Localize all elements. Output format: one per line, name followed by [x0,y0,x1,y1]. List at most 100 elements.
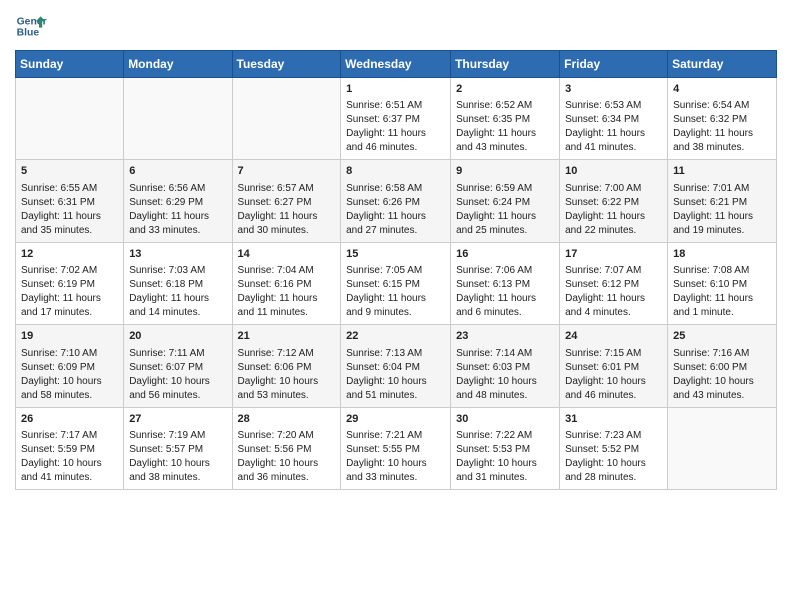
cell-text: Daylight: 11 hours and 41 minutes. [565,127,662,155]
cell-text: Sunrise: 7:07 AM [565,264,662,278]
day-number: 29 [346,412,445,427]
cell-text: Daylight: 11 hours and 46 minutes. [346,127,445,155]
cell-text: Sunrise: 6:55 AM [21,182,118,196]
calendar-cell: 11Sunrise: 7:01 AMSunset: 6:21 PMDayligh… [668,160,777,242]
cell-text: Sunrise: 7:03 AM [129,264,226,278]
cell-text: Daylight: 11 hours and 35 minutes. [21,210,118,238]
calendar-cell: 7Sunrise: 6:57 AMSunset: 6:27 PMDaylight… [232,160,341,242]
col-header-monday: Monday [124,51,232,78]
calendar-cell [668,407,777,489]
calendar-cell: 1Sunrise: 6:51 AMSunset: 6:37 PMDaylight… [341,78,451,160]
calendar-cell: 19Sunrise: 7:10 AMSunset: 6:09 PMDayligh… [16,325,124,407]
day-number: 16 [456,247,554,262]
cell-text: Sunrise: 6:53 AM [565,99,662,113]
day-number: 28 [238,412,336,427]
cell-text: Sunset: 6:15 PM [346,278,445,292]
cell-text: Daylight: 11 hours and 9 minutes. [346,292,445,320]
calendar-cell: 13 Sunrise: 7:03 AMSunset: 6:18 PMDayligh… [124,242,232,324]
cell-text: Sunrise: 7:12 AM [238,347,336,361]
cell-text: Daylight: 11 hours and 43 minutes. [456,127,554,155]
cell-text: Daylight: 11 hours and 17 minutes. [21,292,118,320]
cell-text: Sunset: 6:00 PM [673,361,771,375]
day-number: 30 [456,412,554,427]
cell-text: Sunrise: 6:54 AM [673,99,771,113]
calendar-cell: 22Sunrise: 7:13 AMSunset: 6:04 PMDayligh… [341,325,451,407]
col-header-thursday: Thursday [451,51,560,78]
day-number: 7 [238,164,336,179]
day-number: 31 [565,412,662,427]
calendar-cell: 25 Sunrise: 7:16 AMSunset: 6:00 PMDayligh… [668,325,777,407]
day-number: 15 [346,247,445,262]
cell-text: Sunset: 6:06 PM [238,361,336,375]
cell-text: Sunset: 5:59 PM [21,443,118,457]
cell-text: Sunrise: 7:00 AM [565,182,662,196]
cell-text: Sunrise: 7:01 AM [673,182,771,196]
cell-text: Sunset: 6:09 PM [21,361,118,375]
cell-text: Sunset: 5:53 PM [456,443,554,457]
cell-text: Daylight: 10 hours and 56 minutes. [129,375,226,403]
cell-text: Sunset: 6:13 PM [456,278,554,292]
calendar-cell: 10Sunrise: 7:00 AMSunset: 6:22 PMDayligh… [560,160,668,242]
cell-text: Daylight: 11 hours and 25 minutes. [456,210,554,238]
cell-text: Daylight: 11 hours and 30 minutes. [238,210,336,238]
cell-text: Daylight: 11 hours and 33 minutes. [129,210,226,238]
calendar-cell: 17Sunrise: 7:07 AMSunset: 6:12 PMDayligh… [560,242,668,324]
calendar-cell: 5Sunrise: 6:55 AMSunset: 6:31 PMDaylight… [16,160,124,242]
cell-text: Sunset: 6:03 PM [456,361,554,375]
logo-icon: General Blue [15,10,47,42]
day-number: 11 [673,164,771,179]
cell-text: Sunset: 6:29 PM [129,196,226,210]
col-header-sunday: Sunday [16,51,124,78]
cell-text: Sunrise: 7:15 AM [565,347,662,361]
cell-text: Sunset: 6:01 PM [565,361,662,375]
page-header: General Blue [15,10,777,42]
calendar-table: SundayMondayTuesdayWednesdayThursdayFrid… [15,50,777,490]
cell-text: Sunset: 5:56 PM [238,443,336,457]
cell-text: Daylight: 10 hours and 46 minutes. [565,375,662,403]
cell-text: Daylight: 10 hours and 51 minutes. [346,375,445,403]
calendar-cell: 6Sunrise: 6:56 AMSunset: 6:29 PMDaylight… [124,160,232,242]
calendar-cell: 26Sunrise: 7:17 AMSunset: 5:59 PMDayligh… [16,407,124,489]
day-number: 25 [673,329,771,344]
cell-text: Daylight: 11 hours and 6 minutes. [456,292,554,320]
cell-text: Sunrise: 7:04 AM [238,264,336,278]
cell-text: Sunset: 6:21 PM [673,196,771,210]
cell-text: Sunrise: 7:16 AM [673,347,771,361]
cell-text: Daylight: 10 hours and 28 minutes. [565,457,662,485]
cell-text: Daylight: 10 hours and 38 minutes. [129,457,226,485]
cell-text: Sunset: 6:37 PM [346,113,445,127]
cell-text: Daylight: 11 hours and 14 minutes. [129,292,226,320]
cell-text: Sunset: 6:22 PM [565,196,662,210]
cell-text: Sunrise: 6:59 AM [456,182,554,196]
cell-text: Sunset: 6:16 PM [238,278,336,292]
cell-text: Sunrise: 6:58 AM [346,182,445,196]
calendar-cell: 2Sunrise: 6:52 AMSunset: 6:35 PMDaylight… [451,78,560,160]
calendar-cell: 18Sunrise: 7:08 AMSunset: 6:10 PMDayligh… [668,242,777,324]
day-number: 24 [565,329,662,344]
day-number: 13 [129,247,226,262]
cell-text: Sunrise: 7:11 AM [129,347,226,361]
cell-text: Sunrise: 6:56 AM [129,182,226,196]
cell-text: Sunrise: 7:05 AM [346,264,445,278]
cell-text: Sunset: 6:10 PM [673,278,771,292]
day-number: 5 [21,164,118,179]
cell-text: Daylight: 11 hours and 4 minutes. [565,292,662,320]
cell-text: Daylight: 10 hours and 53 minutes. [238,375,336,403]
cell-text: Sunset: 6:24 PM [456,196,554,210]
cell-text: Sunrise: 7:14 AM [456,347,554,361]
cell-text: Daylight: 11 hours and 11 minutes. [238,292,336,320]
calendar-cell: 16Sunrise: 7:06 AMSunset: 6:13 PMDayligh… [451,242,560,324]
calendar-cell: 4Sunrise: 6:54 AMSunset: 6:32 PMDaylight… [668,78,777,160]
cell-text: Sunset: 5:55 PM [346,443,445,457]
cell-text: Daylight: 10 hours and 43 minutes. [673,375,771,403]
col-header-tuesday: Tuesday [232,51,341,78]
calendar-cell [124,78,232,160]
col-header-friday: Friday [560,51,668,78]
cell-text: Sunrise: 6:57 AM [238,182,336,196]
day-number: 1 [346,82,445,97]
cell-text: Sunset: 6:18 PM [129,278,226,292]
calendar-cell [232,78,341,160]
calendar-cell: 15 Sunrise: 7:05 AMSunset: 6:15 PMDayligh… [341,242,451,324]
cell-text: Sunrise: 7:22 AM [456,429,554,443]
svg-text:General: General [17,16,47,27]
